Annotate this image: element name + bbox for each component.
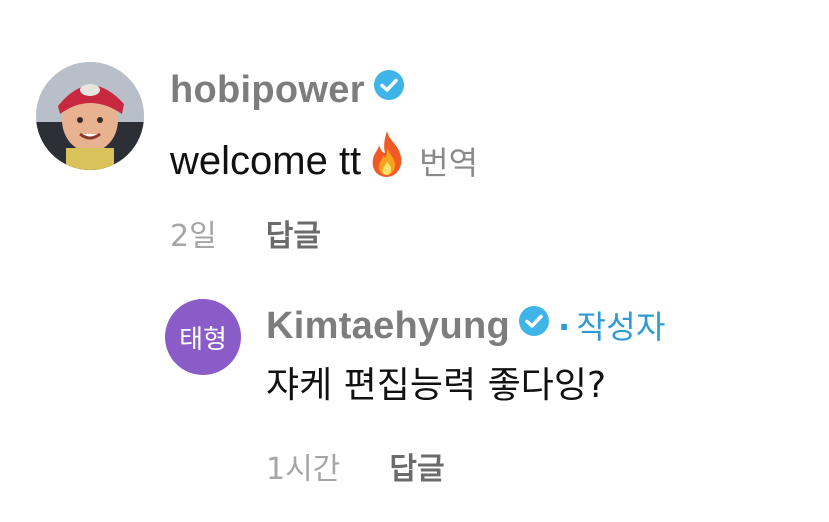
verified-badge-icon — [373, 69, 405, 108]
avatar[interactable] — [36, 62, 144, 170]
comment-body: welcome tt 번역 — [170, 131, 478, 192]
reply-button[interactable]: 답글 — [266, 219, 321, 254]
avatar-initials: 태형 — [179, 324, 227, 355]
comment-text: welcome tt — [170, 139, 362, 184]
reply-button[interactable]: 답글 — [389, 452, 444, 487]
verified-badge-icon — [518, 305, 550, 344]
timestamp: 1시간 — [266, 452, 341, 487]
reply-username[interactable]: Kimtaehyung · 작성자 — [266, 305, 666, 347]
username-text[interactable]: Kimtaehyung — [266, 305, 510, 347]
author-badge: 작성자 — [576, 308, 666, 346]
reply-meta: 1시간 답글 — [266, 455, 445, 485]
comment-meta: 2일 답글 — [170, 222, 321, 252]
reply-body: 쟈케 편집능력 좋다잉? — [266, 368, 606, 404]
fire-emoji-icon — [365, 129, 409, 186]
timestamp: 2일 — [170, 219, 217, 254]
avatar-photo-icon — [36, 62, 144, 170]
avatar[interactable]: 태형 — [165, 299, 241, 375]
comment-username[interactable]: hobipower — [170, 69, 405, 111]
separator-dot: · — [558, 308, 571, 346]
translate-link[interactable]: 번역 — [419, 144, 478, 182]
comment-text: 쟈케 편집능력 좋다잉? — [266, 365, 607, 406]
username-text[interactable]: hobipower — [170, 69, 365, 111]
